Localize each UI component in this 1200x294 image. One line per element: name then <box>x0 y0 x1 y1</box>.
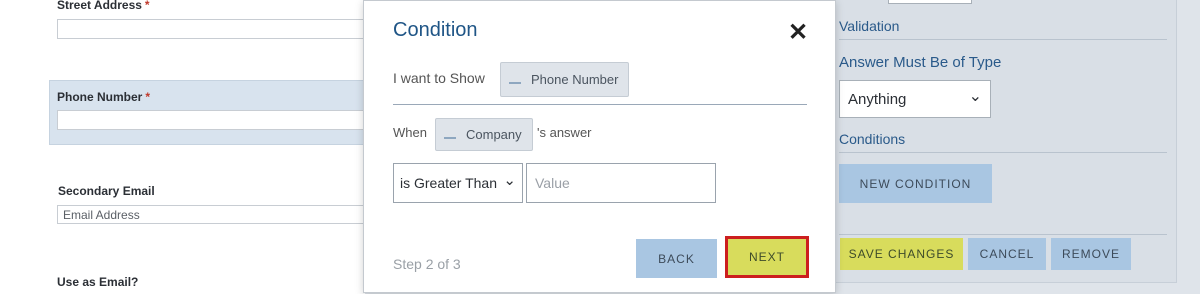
answer-type-value: Anything <box>848 90 907 108</box>
condition-modal: Condition ✕ I want to Show Phone Number … <box>363 0 836 293</box>
value-placeholder: Value <box>535 175 570 191</box>
close-icon[interactable]: ✕ <box>788 17 808 45</box>
use-as-email-label: Use as Email? <box>57 275 139 289</box>
answer-suffix: 's answer <box>537 125 592 140</box>
secondary-email-placeholder: Email Address <box>63 208 140 222</box>
phone-number-label-text: Phone Number <box>57 90 143 104</box>
new-condition-label: NEW CONDITION <box>859 176 972 191</box>
chevron-down-icon: ⌄ <box>503 172 516 189</box>
phone-number-label: Phone Number * <box>57 90 150 104</box>
when-field-chip[interactable]: Company <box>435 118 533 151</box>
show-field-chip[interactable]: Phone Number <box>500 62 629 97</box>
street-address-input[interactable] <box>57 19 367 39</box>
next-label: NEXT <box>748 250 785 264</box>
divider <box>839 39 1167 40</box>
remove-button[interactable]: REMOVE <box>1051 238 1131 270</box>
remove-label: REMOVE <box>1061 247 1120 261</box>
divider <box>839 234 1167 235</box>
cancel-label: CANCEL <box>979 247 1035 261</box>
answer-type-select[interactable]: Anything ⌄ <box>839 80 991 118</box>
secondary-email-input[interactable]: Email Address <box>57 205 367 224</box>
required-mark: * <box>144 0 150 12</box>
required-mark: * <box>145 90 151 104</box>
answer-type-title: Answer Must Be of Type <box>839 54 1002 71</box>
phone-number-input[interactable] <box>57 110 367 130</box>
form-panel: Street Address * Phone Number * Secondary … <box>0 0 367 294</box>
close-glyph: ✕ <box>788 19 809 46</box>
next-button[interactable]: NEXT <box>725 236 809 278</box>
field-icon <box>444 131 456 139</box>
new-condition-button[interactable]: NEW CONDITION <box>839 164 992 203</box>
chevron-down-icon: ⌄ <box>968 88 982 105</box>
divider <box>839 152 1167 153</box>
operator-select[interactable]: is Greater Than ⌄ <box>393 163 523 203</box>
step-indicator: Step 2 of 3 <box>393 256 461 272</box>
field-icon <box>509 76 521 84</box>
when-field-text: Company <box>466 127 522 142</box>
show-label: I want to Show <box>393 70 485 86</box>
street-address-label: Street Address * <box>57 0 150 12</box>
modal-title: Condition <box>393 19 478 41</box>
cancel-button[interactable]: CANCEL <box>968 238 1046 270</box>
validation-title: Validation <box>839 18 900 34</box>
top-input-fragment[interactable] <box>888 0 972 4</box>
operator-value: is Greater Than <box>400 175 498 191</box>
conditions-title: Conditions <box>839 131 906 147</box>
back-label: BACK <box>658 251 695 266</box>
show-field-text: Phone Number <box>531 72 619 87</box>
field-settings-panel: Validation Answer Must Be of Type Anythi… <box>836 0 1177 283</box>
save-changes-button[interactable]: SAVE CHANGES <box>840 238 963 270</box>
when-label: When <box>393 125 427 140</box>
save-changes-label: SAVE CHANGES <box>848 247 955 261</box>
street-address-label-text: Street Address <box>57 0 142 12</box>
back-button[interactable]: BACK <box>636 239 717 278</box>
divider <box>393 104 807 105</box>
secondary-email-label: Secondary Email <box>58 184 155 198</box>
value-input[interactable]: Value <box>526 163 716 203</box>
